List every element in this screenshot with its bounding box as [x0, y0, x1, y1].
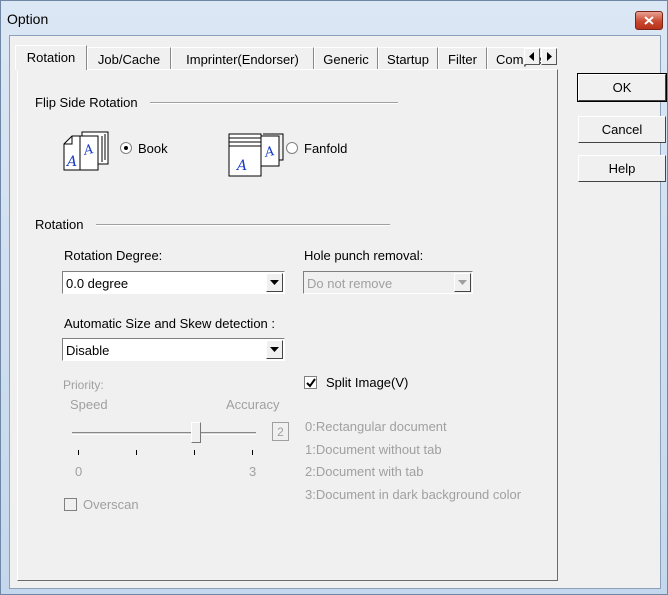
split-image-checkbox[interactable]	[304, 376, 317, 389]
priority-slider-track	[72, 432, 256, 435]
priority-slider-thumb[interactable]	[191, 422, 201, 443]
rotation-degree-label: Rotation Degree:	[64, 248, 163, 263]
book-radio[interactable]	[120, 142, 132, 154]
split-image-label: Split Image(V)	[326, 375, 409, 390]
overscan-checkbox[interactable]	[64, 498, 77, 511]
scale-max-label: 3	[249, 464, 257, 479]
doc-type-3: 3:Document in dark background color	[305, 487, 522, 502]
fanfold-document-icon: A A	[228, 133, 284, 177]
chevron-down-icon	[458, 280, 467, 285]
speed-label: Speed	[70, 397, 108, 412]
window-title: Option	[7, 11, 49, 27]
fanfold-radio[interactable]	[286, 142, 298, 154]
close-icon	[644, 16, 654, 25]
rotation-degree-dropdown-button[interactable]	[266, 273, 283, 292]
rotation-degree-value: 0.0 degree	[66, 276, 129, 291]
doc-type-2: 2:Document with tab	[305, 464, 424, 479]
auto-detection-value: Disable	[66, 343, 110, 358]
tab-job-cache[interactable]: Job/Cache	[87, 47, 171, 70]
slider-tick	[252, 450, 253, 455]
rotation-group-label: Rotation	[35, 217, 84, 232]
scale-min-label: 0	[75, 464, 83, 479]
help-button[interactable]: Help	[578, 155, 666, 182]
tab-rotation[interactable]: Rotation	[15, 45, 87, 70]
priority-value-box: 2	[272, 422, 289, 441]
flip-side-group-label: Flip Side Rotation	[35, 95, 138, 110]
tab-filter[interactable]: Filter	[438, 47, 487, 70]
hole-punch-label: Hole punch removal:	[304, 248, 424, 263]
tab-generic[interactable]: Generic	[314, 47, 378, 70]
rotation-degree-select[interactable]: 0.0 degree	[62, 271, 285, 294]
doc-type-1: 1:Document without tab	[305, 442, 442, 457]
slider-tick	[78, 450, 79, 455]
priority-label: Priority:	[63, 378, 104, 392]
tab-strip: Rotation Job/Cache Imprinter(Endorser) G…	[15, 45, 558, 70]
cancel-button[interactable]: Cancel	[578, 116, 666, 143]
arrow-right-icon	[547, 52, 552, 61]
flip-side-group-line	[150, 102, 398, 104]
checkmark-icon	[306, 378, 316, 388]
doc-type-0: 0:Rectangular document	[305, 419, 447, 434]
close-button[interactable]	[635, 11, 663, 30]
chevron-down-icon	[270, 347, 279, 352]
tab-startup[interactable]: Startup	[378, 47, 438, 70]
rotation-group-line	[96, 224, 390, 226]
slider-tick	[194, 450, 195, 455]
tab-scroll-right[interactable]	[541, 48, 557, 65]
tab-imprinter[interactable]: Imprinter(Endorser)	[171, 47, 314, 70]
svg-text:A: A	[65, 154, 77, 170]
hole-punch-select[interactable]: Do not remove	[303, 271, 473, 294]
auto-detection-select[interactable]: Disable	[62, 338, 285, 361]
chevron-down-icon	[270, 280, 279, 285]
book-document-icon: A A	[63, 131, 109, 171]
hole-punch-dropdown-button[interactable]	[454, 273, 471, 292]
fanfold-label: Fanfold	[304, 141, 348, 156]
book-label: Book	[138, 141, 168, 156]
accuracy-label: Accuracy	[226, 397, 280, 412]
slider-tick	[136, 450, 137, 455]
svg-text:A: A	[235, 158, 247, 174]
overscan-label: Overscan	[83, 497, 139, 512]
hole-punch-value: Do not remove	[307, 276, 393, 291]
auto-detection-label: Automatic Size and Skew detection :	[64, 316, 276, 331]
arrow-left-icon	[529, 52, 534, 61]
title-bar: Option	[1, 1, 668, 33]
ok-button[interactable]: OK	[577, 73, 667, 102]
tab-scroll-left[interactable]	[524, 48, 540, 65]
auto-detection-dropdown-button[interactable]	[266, 340, 283, 359]
